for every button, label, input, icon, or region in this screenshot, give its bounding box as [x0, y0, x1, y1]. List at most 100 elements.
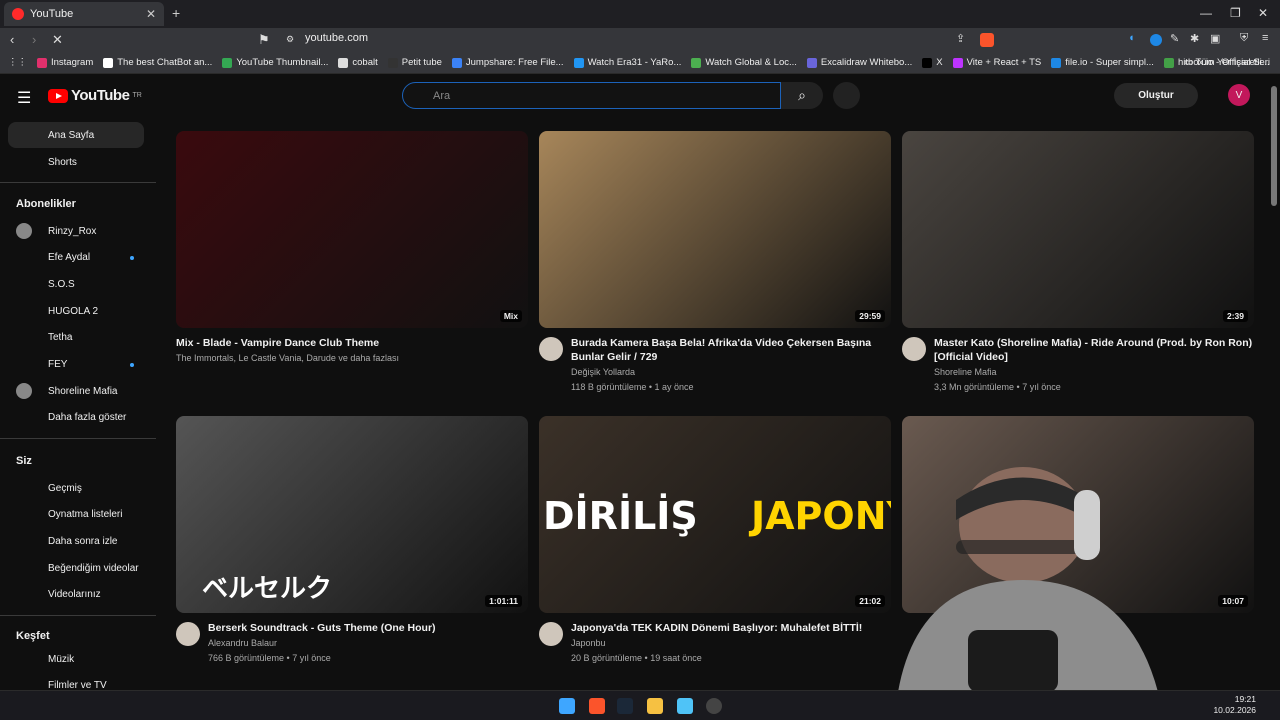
forward-icon[interactable]: › — [32, 32, 36, 47]
sidebar-heading[interactable]: Siz — [16, 455, 32, 467]
video-thumbnail[interactable]: Mix — [176, 131, 528, 328]
channel-avatar[interactable] — [539, 622, 563, 646]
vpn-icon[interactable]: ⛨ — [1240, 32, 1248, 45]
account-avatar[interactable]: V — [1228, 84, 1250, 106]
window-close-icon[interactable]: ✕ — [1258, 6, 1268, 20]
sidebar-item[interactable]: Shorts — [8, 149, 144, 175]
channel-name[interactable]: Japonbu — [571, 636, 606, 650]
create-button[interactable]: Oluştur — [1114, 83, 1198, 108]
bookmark-item[interactable]: X — [922, 57, 943, 68]
page-scrollbar[interactable] — [1271, 86, 1277, 206]
bookmark-item[interactable]: The best ChatBot an... — [103, 57, 212, 68]
bookmark-item[interactable]: Watch Global & Loc... — [691, 57, 797, 68]
bookmark-item[interactable]: cobalt — [338, 57, 378, 68]
sidebar-item-label: Beğendiğim videolar — [48, 562, 139, 574]
bookmark-item[interactable]: file.io - Super simpl... — [1051, 57, 1154, 68]
steam-icon[interactable] — [617, 698, 633, 714]
sidebar-item[interactable]: Geçmiş — [8, 475, 144, 501]
hamburger-menu-icon[interactable]: ☰ — [17, 88, 31, 108]
video-title[interactable]: Burada Kamera Başa Bela! Afrika'da Video… — [571, 336, 891, 364]
extension-icon[interactable] — [1150, 34, 1162, 46]
restore-icon[interactable]: ❐ — [1230, 6, 1241, 20]
sidebar-item[interactable]: Ana Sayfa — [8, 122, 144, 148]
sidebar-item[interactable]: Shoreline Mafia — [8, 378, 144, 404]
channel-name[interactable]: Alexandru Balaur — [208, 636, 277, 650]
sidebar-divider — [0, 182, 156, 183]
minimize-icon[interactable]: — — [1200, 6, 1212, 20]
app-icon[interactable] — [677, 698, 693, 714]
search-button[interactable]: ⌕ — [781, 82, 823, 109]
sidebar-item[interactable]: Videolarınız — [8, 582, 144, 608]
back-icon[interactable]: ‹ — [10, 32, 14, 47]
sidebar-item[interactable]: Rinzy_Rox — [8, 218, 144, 244]
brave-browser-icon[interactable] — [589, 698, 605, 714]
windows-start-icon[interactable] — [559, 698, 575, 714]
sidebar-item[interactable]: S.O.S — [8, 271, 144, 297]
audio-icon[interactable]: ◖ — [1128, 32, 1135, 44]
close-tab-icon[interactable]: ✕ — [146, 7, 156, 21]
channel-avatar[interactable] — [539, 337, 563, 361]
channel-avatar[interactable] — [902, 337, 926, 361]
apps-icon[interactable]: ⋮⋮ — [8, 57, 27, 68]
sidebar-heading[interactable]: Keşfet — [16, 630, 50, 642]
extension-2-icon[interactable]: ✎ — [1170, 32, 1179, 45]
sidebar-item[interactable]: Daha sonra izle — [8, 528, 144, 554]
browser-menu-icon[interactable]: ≡ — [1262, 32, 1268, 44]
duration-badge: 2:39 — [1222, 310, 1248, 322]
channel-name[interactable]: Değişik Yollarda — [571, 365, 635, 379]
bookmark-item[interactable]: Petit tube — [387, 57, 442, 68]
video-thumbnail[interactable]: 2:39 — [902, 131, 1254, 328]
sidebar-item-label: Müzik — [48, 653, 75, 665]
duration-badge: 10:07 — [1218, 595, 1248, 607]
sidebar-item[interactable]: Beğendiğim videolar — [8, 555, 144, 581]
sidebar-item[interactable]: FEY — [8, 352, 144, 378]
voice-search-button[interactable] — [833, 82, 860, 109]
search-input[interactable] — [433, 90, 733, 102]
channel-avatar[interactable] — [176, 622, 200, 646]
stop-loading-icon[interactable]: ✕ — [52, 32, 63, 48]
youtube-logo[interactable]: YouTube TR — [48, 87, 142, 104]
sidebar-item-label: Rinzy_Rox — [48, 225, 97, 237]
video-thumbnail[interactable]: 29:59 — [539, 131, 891, 328]
bookmark-item[interactable]: Watch Era31 - YaRo... — [573, 57, 681, 68]
brave-shield-icon[interactable] — [980, 33, 994, 47]
bookmark-item[interactable]: Vite + React + TS — [952, 57, 1041, 68]
sidebar-item[interactable]: Daha fazla göster — [8, 405, 144, 431]
file-explorer-icon[interactable] — [647, 698, 663, 714]
video-stats: 766 B görüntüleme • 7 yıl önce — [208, 653, 331, 663]
system-clock[interactable]: 19:21 10.02.2026 — [1213, 694, 1256, 716]
bookmark-item[interactable]: Excalidraw Whitebo... — [806, 57, 912, 68]
video-title[interactable]: Berserk Soundtrack - Guts Theme (One Hou… — [208, 621, 528, 635]
puzzle-icon[interactable]: ✱ — [1190, 32, 1199, 45]
site-info-icon[interactable]: ⚙ — [286, 34, 294, 45]
video-thumbnail[interactable]: ベルセルク 1:01:11 — [176, 416, 528, 613]
browser-tab[interactable]: YouTube ✕ — [4, 2, 164, 26]
channel-name[interactable]: The Immortals, Le Castle Vania, Darude v… — [176, 351, 399, 365]
new-content-dot — [130, 362, 134, 367]
sidebar-item[interactable]: Filmler ve TV — [8, 673, 144, 690]
bookmark-item[interactable]: Jumpshare: Free File... — [451, 57, 564, 68]
url-field[interactable]: youtube.com — [305, 32, 368, 44]
sidebar-item[interactable]: Oynatma listeleri — [8, 502, 144, 528]
sidebar-heading[interactable]: Abonelikler — [16, 198, 76, 210]
sidebar-item[interactable]: Müzik — [8, 646, 144, 672]
channel-name[interactable]: Shoreline Mafia — [934, 365, 997, 379]
sidebar-item[interactable]: Tetha — [8, 325, 144, 351]
new-tab-icon[interactable]: + — [172, 5, 180, 21]
sidebar-toggle-icon[interactable]: ▣ — [1210, 32, 1220, 45]
bookmark-page-icon[interactable]: ⚑ — [258, 32, 270, 48]
share-icon[interactable]: ⇪ — [956, 32, 965, 45]
bookmark-favicon-icon — [952, 57, 963, 68]
video-stats: 118 B görüntüleme • 1 ay önce — [571, 382, 694, 392]
sidebar-item-label: Geçmiş — [48, 482, 82, 494]
sidebar-item[interactable]: Efe Aydal — [8, 245, 144, 271]
video-title[interactable]: Master Kato (Shoreline Mafia) - Ride Aro… — [934, 336, 1254, 364]
search-box[interactable] — [402, 82, 781, 109]
obs-icon[interactable] — [706, 698, 722, 714]
bookmark-item[interactable]: Instagram — [37, 57, 93, 68]
bookmark-item[interactable]: YouTube Thumbnail... — [222, 57, 328, 68]
sidebar-item[interactable]: HUGOLA 2 — [8, 298, 144, 324]
bookmark-favicon-icon — [222, 57, 233, 68]
video-title[interactable]: Mix - Blade - Vampire Dance Club Theme — [176, 336, 528, 350]
all-bookmarks[interactable]: ▭ Tüm Yer İşaretleri — [1184, 57, 1270, 68]
